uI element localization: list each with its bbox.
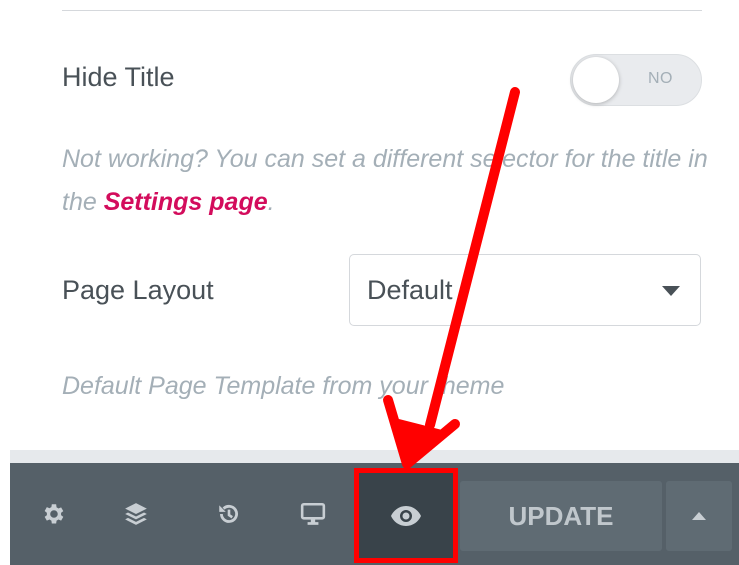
gear-icon[interactable]: [23, 463, 83, 565]
desktop-icon[interactable]: [283, 463, 343, 565]
history-icon[interactable]: [199, 463, 259, 565]
caret-up-icon: [692, 512, 706, 520]
layers-icon[interactable]: [106, 463, 166, 565]
help-text-after: .: [267, 188, 275, 216]
update-button[interactable]: UPDATE: [460, 481, 662, 551]
divider: [62, 10, 702, 11]
page-layout-value: Default: [367, 275, 453, 305]
title-selector-help: Not working? You can set a different sel…: [62, 138, 722, 224]
preview-button[interactable]: [354, 468, 458, 563]
settings-page-link[interactable]: Settings page: [104, 188, 268, 216]
page-layout-label: Page Layout: [62, 275, 214, 305]
save-options-button[interactable]: [666, 481, 732, 551]
hide-title-label: Hide Title: [62, 62, 175, 92]
eye-icon: [391, 505, 421, 526]
hide-title-toggle[interactable]: NO: [570, 54, 702, 106]
toggle-knob: [573, 57, 619, 103]
caret-down-icon: [662, 286, 680, 296]
page-layout-description: Default Page Template from your theme: [62, 372, 505, 400]
footer-separator: [10, 450, 739, 463]
toggle-state-label: NO: [648, 70, 673, 87]
page-layout-select[interactable]: Default: [349, 254, 701, 326]
